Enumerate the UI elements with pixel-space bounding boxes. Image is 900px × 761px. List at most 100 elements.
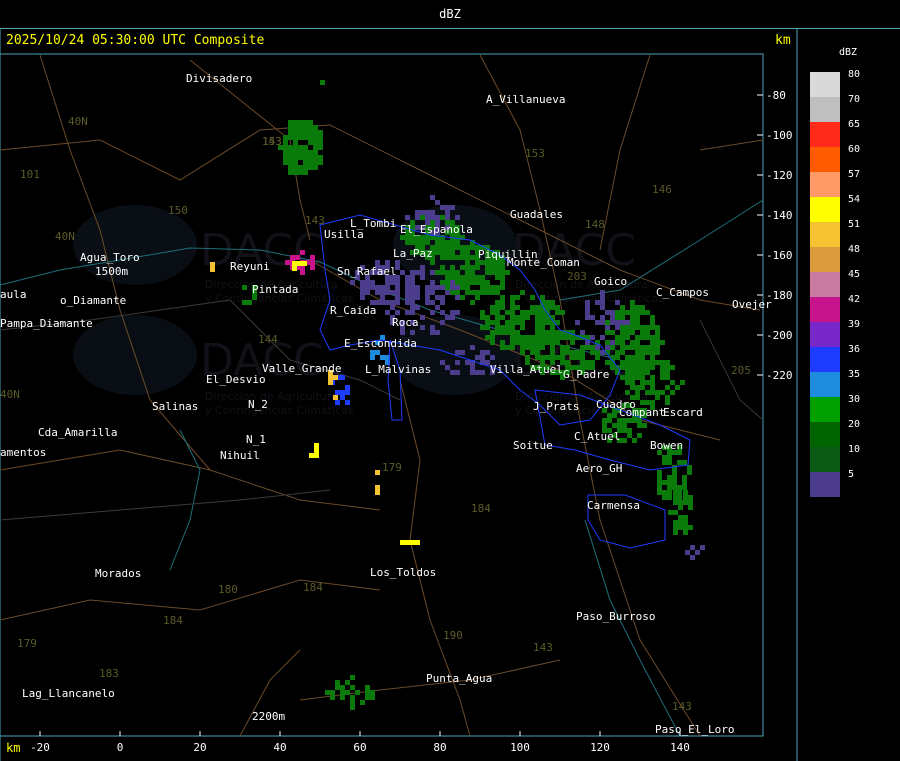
echo-cell (313, 125, 318, 130)
echo-cell (505, 325, 510, 330)
place-label: Paso_Burroso (576, 610, 655, 623)
echo-cell (440, 265, 445, 270)
echo-cell (490, 330, 495, 335)
echo-cell (510, 335, 515, 340)
echo-cell (625, 335, 630, 340)
echo-cell (288, 150, 293, 155)
echo-cell (688, 500, 693, 505)
echo-cell (530, 305, 535, 310)
echo-cell (655, 360, 660, 365)
road-network (0, 54, 764, 737)
echo-cell (430, 215, 435, 220)
echo-cell (505, 345, 510, 350)
echo-cell (480, 285, 485, 290)
echo-cell (330, 690, 335, 695)
echo-cell (640, 355, 645, 360)
echo-cell (340, 690, 345, 695)
echo-cell (655, 340, 660, 345)
echo-cell (283, 160, 288, 165)
legend-value: 65 (848, 119, 860, 130)
echo-cell (485, 280, 490, 285)
echo-cell (288, 130, 293, 135)
legend-value: 54 (848, 194, 860, 205)
echo-cell (565, 335, 570, 340)
echo-cell (585, 345, 590, 350)
echo-cell (610, 315, 615, 320)
route-number: 205 (731, 364, 751, 377)
echo-cell (303, 165, 308, 170)
echo-cell (667, 495, 672, 500)
echo-cell (605, 325, 610, 330)
echo-cell (293, 125, 298, 130)
echo-cell (682, 485, 687, 490)
echo-cell (450, 290, 455, 295)
echo-cell (670, 380, 675, 385)
echo-cell (485, 325, 490, 330)
echo-cell (350, 705, 355, 710)
legend-value: 20 (848, 419, 860, 430)
legend-value: 42 (848, 294, 860, 305)
echo-cell (445, 285, 450, 290)
route-number: 148 (585, 218, 605, 231)
place-label: Divisadero (186, 72, 252, 85)
echo-cell (500, 285, 505, 290)
echo-cell (495, 300, 500, 305)
echo-cell (540, 330, 545, 335)
echo-cell (645, 325, 650, 330)
echo-cell (650, 350, 655, 355)
echo-cell (640, 330, 645, 335)
echo-cell (385, 290, 390, 295)
echo-cell (318, 135, 323, 140)
echo-cell (302, 261, 307, 266)
echo-cell (455, 280, 460, 285)
echo-cell (455, 290, 460, 295)
echo-cell (445, 215, 450, 220)
echo-cell (445, 365, 450, 370)
legend-value: 5 (848, 469, 854, 480)
echo-cell (490, 265, 495, 270)
echo-cell (298, 165, 303, 170)
place-label: La_Paz (393, 247, 433, 260)
echo-cell (350, 700, 355, 705)
echo-cell (490, 270, 495, 275)
echo-cell (610, 340, 615, 345)
echo-cell (510, 300, 515, 305)
echo-cell (485, 320, 490, 325)
echo-cell (308, 155, 313, 160)
echo-cell (545, 340, 550, 345)
y-tick-label: -200 (766, 329, 793, 342)
echo-cell (570, 355, 575, 360)
echo-cell (395, 290, 400, 295)
echo-cell (662, 460, 667, 465)
echo-cell (650, 375, 655, 380)
echo-cell (420, 215, 425, 220)
echo-cell (500, 300, 505, 305)
radar-map[interactable]: DACC DACC DACC DACC Dirección de Agricul… (0, 0, 900, 761)
echo-cell (313, 155, 318, 160)
echo-cell (520, 325, 525, 330)
echo-cell (630, 310, 635, 315)
echo-cell (465, 285, 470, 290)
route-number: 190 (443, 629, 463, 642)
echo-cell (635, 385, 640, 390)
echo-cell (635, 310, 640, 315)
echo-cell (525, 355, 530, 360)
echo-cell (400, 540, 405, 545)
echo-cell (655, 390, 660, 395)
echo-cell (635, 355, 640, 360)
echo-cell (590, 360, 595, 365)
echo-cell (678, 520, 683, 525)
echo-cell (450, 250, 455, 255)
x-tick-label: 100 (510, 741, 530, 754)
echo-cell (630, 345, 635, 350)
echo-cell (560, 345, 565, 350)
echo-cell (445, 250, 450, 255)
echo-cell (430, 285, 435, 290)
echo-cell (293, 140, 298, 145)
echo-cell (314, 448, 319, 453)
echo-cell (460, 275, 465, 280)
echo-cell (495, 305, 500, 310)
echo-cell (445, 255, 450, 260)
echo-cell (345, 690, 350, 695)
echo-cell (690, 545, 695, 550)
